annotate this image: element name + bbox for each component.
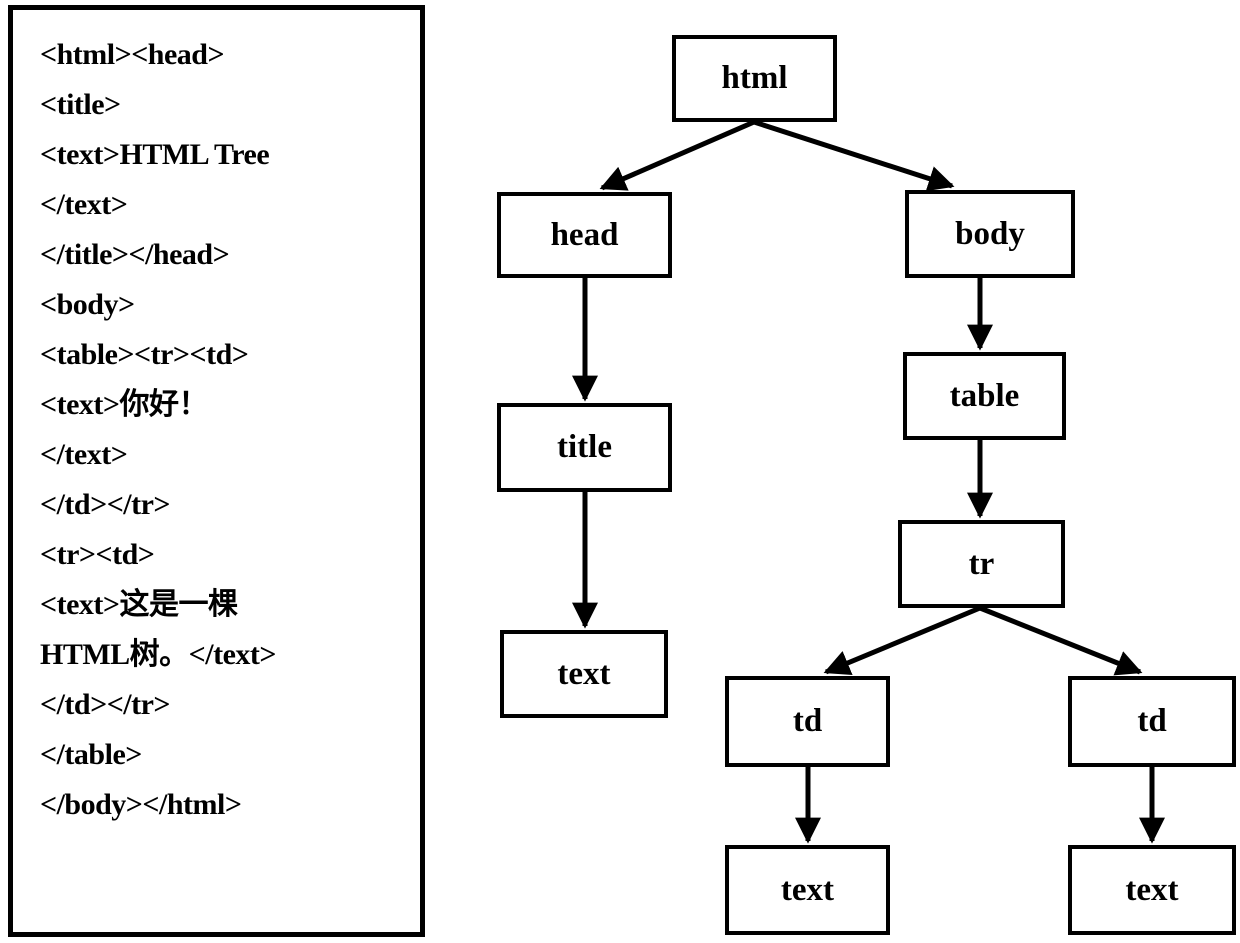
edge-tr-td-left: [823, 605, 981, 676]
edge-html-head: [599, 119, 755, 191]
code-line: HTML树。</text>: [40, 638, 277, 671]
tree-node-label: text: [557, 655, 611, 692]
tree-node-head[interactable]: head: [497, 192, 672, 278]
source-code-listing: <html><head> <title> <text>HTML Tree </t…: [40, 30, 416, 830]
tree-node-label: tr: [968, 545, 995, 582]
tree-node-label: title: [557, 429, 612, 465]
tree-node-td-right[interactable]: td: [1068, 676, 1236, 767]
code-line: </body></html>: [40, 788, 242, 821]
dom-tree-diagram: html head body title table text tr td td…: [430, 0, 1240, 943]
tree-node-table[interactable]: table: [903, 352, 1066, 440]
tree-node-title[interactable]: title: [497, 403, 672, 492]
code-line: <text>HTML Tree: [40, 138, 270, 171]
source-code-panel: <html><head> <title> <text>HTML Tree </t…: [8, 5, 425, 937]
edge-tr-td-right: [979, 605, 1143, 676]
code-line: </td></tr>: [40, 688, 171, 721]
tree-node-text-td-right[interactable]: text: [1068, 845, 1236, 935]
tree-node-text-title[interactable]: text: [500, 630, 668, 718]
tree-node-label: table: [949, 377, 1020, 414]
tree-node-label: html: [721, 60, 788, 96]
tree-node-label: head: [550, 216, 619, 253]
code-line: <body>: [40, 288, 135, 321]
code-line: </text>: [40, 438, 128, 471]
code-line: <text>你好！: [40, 388, 209, 421]
tree-node-label: body: [955, 215, 1025, 252]
code-line: <html><head>: [40, 38, 225, 71]
code-line: </text>: [40, 188, 128, 221]
code-line: <text>这是一棵: [40, 588, 238, 621]
tree-node-label: text: [1125, 871, 1179, 908]
edge-html-body: [753, 119, 955, 192]
tree-node-label: td: [1137, 703, 1167, 739]
code-line: </title></head>: [40, 238, 230, 271]
code-line: </table>: [40, 738, 142, 771]
code-line: </td></tr>: [40, 488, 171, 521]
tree-node-tr[interactable]: tr: [898, 520, 1065, 608]
code-line: <table><tr><td>: [40, 338, 249, 371]
tree-node-td-left[interactable]: td: [725, 676, 890, 767]
tree-node-label: td: [792, 703, 823, 739]
code-line: <tr><td>: [40, 538, 155, 571]
tree-node-body[interactable]: body: [905, 190, 1075, 278]
tree-node-label: text: [780, 871, 835, 908]
tree-node-html[interactable]: html: [672, 35, 837, 122]
code-line: <title>: [40, 88, 121, 121]
tree-node-text-td-left[interactable]: text: [725, 845, 890, 935]
